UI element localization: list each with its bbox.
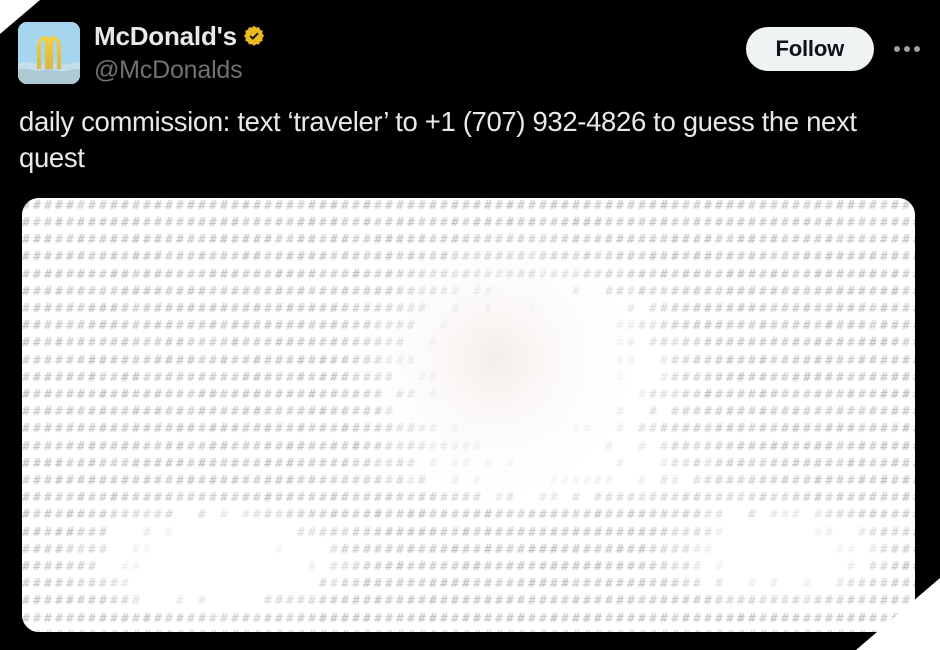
tweet-header: McDonald's @McDonalds Follow (18, 22, 926, 90)
more-options-icon[interactable] (888, 38, 926, 60)
follow-button[interactable]: Follow (745, 27, 874, 71)
tweet-card: McDonald's @McDonalds Follow daily commi… (0, 0, 940, 650)
verified-badge-icon (243, 25, 264, 46)
golden-arches-icon (18, 22, 80, 84)
avatar[interactable] (18, 22, 80, 84)
ascii-art-canvas (22, 198, 915, 632)
tweet-media-image[interactable] (22, 198, 915, 632)
display-name[interactable]: McDonald's (94, 23, 237, 49)
name-row: McDonald's (94, 23, 265, 49)
handle[interactable]: @McDonalds (94, 56, 265, 85)
identity-block: McDonald's @McDonalds (94, 22, 265, 85)
more-dot (904, 46, 910, 52)
more-dot (894, 46, 900, 52)
more-dot (914, 46, 920, 52)
header-actions: Follow (745, 22, 926, 71)
tweet-body-text: daily commission: text ‘traveler’ to +1 … (19, 106, 864, 174)
